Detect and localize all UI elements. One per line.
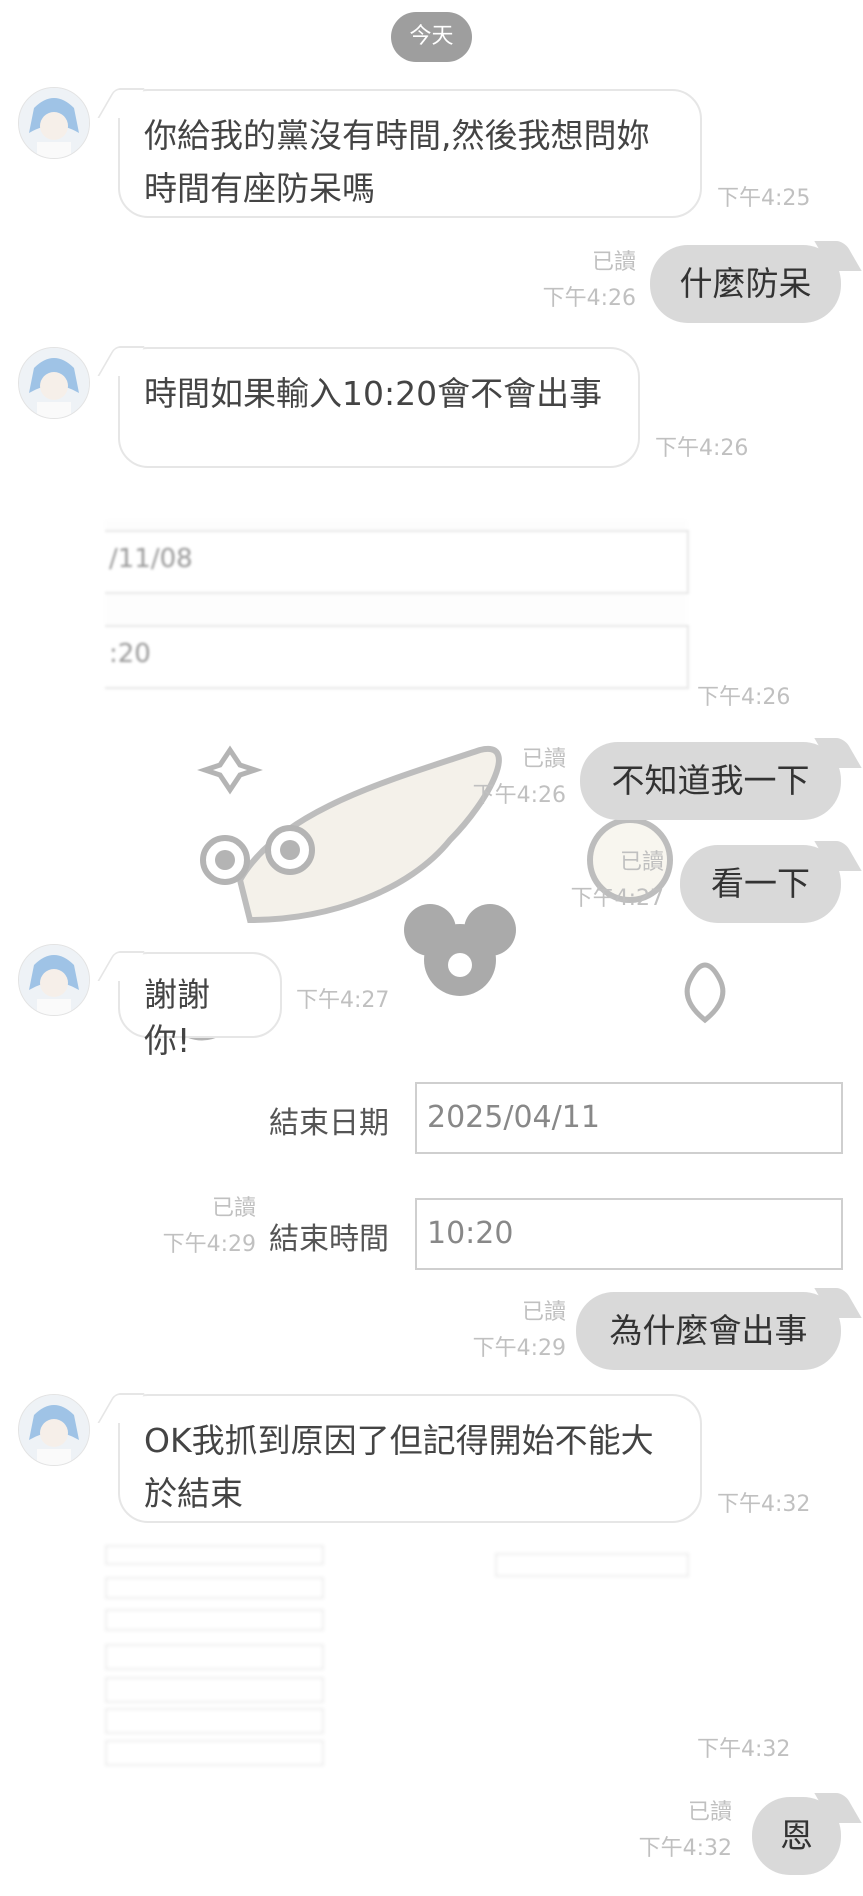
message-time: 下午4:26	[472, 783, 566, 808]
image-message[interactable]: 結束日期 2025/04/11 結束時間 10:20	[265, 1062, 843, 1270]
chat-bubble-incoming[interactable]: 謝謝你!	[118, 952, 282, 1060]
avatar[interactable]	[18, 1394, 90, 1466]
message-time: 下午4:26	[697, 685, 791, 710]
end-date-field: 2025/04/11	[415, 1082, 843, 1154]
message-text: 看一下	[711, 864, 810, 903]
end-time-field: 10:20	[415, 1198, 843, 1270]
message-text: 什麼防呆	[679, 264, 812, 303]
avatar[interactable]	[18, 87, 90, 159]
end-time-label: 結束時間	[269, 1222, 389, 1257]
message-time: 下午4:27	[296, 988, 390, 1013]
message-text: 為什麼會出事	[609, 1311, 808, 1350]
read-receipt: 已讀	[521, 1300, 566, 1325]
message-text: 你給我的黨沒有時間,然後我想問妳時間有座防呆嗎	[144, 116, 650, 208]
message-time: 下午4:32	[697, 1737, 791, 1762]
chat-bubble-incoming[interactable]: OK我抓到原因了但記得開始不能大於結束	[118, 1394, 702, 1523]
avatar-image-icon	[19, 945, 89, 1015]
date-field-value: /11/08	[109, 544, 193, 574]
end-time-value: 10:20	[427, 1216, 514, 1251]
avatar-image-icon	[19, 348, 89, 418]
message-time: 下午4:32	[717, 1492, 811, 1517]
image-message[interactable]: /11/08 :20	[105, 520, 689, 690]
message-time: 下午4:32	[638, 1836, 732, 1861]
time-field: :20	[105, 625, 689, 689]
message-text: 不知道我一下	[611, 761, 810, 800]
message-text: 恩	[780, 1816, 813, 1855]
time-field-value: :20	[109, 639, 151, 669]
message-time: 下午4:29	[162, 1232, 256, 1257]
avatar[interactable]	[18, 347, 90, 419]
date-divider: 今天	[391, 12, 472, 62]
read-receipt: 已讀	[619, 850, 664, 875]
chat-bubble-outgoing[interactable]: 為什麼會出事	[576, 1292, 841, 1370]
image-message[interactable]	[105, 1545, 689, 1766]
chat-bubble-incoming[interactable]: 你給我的黨沒有時間,然後我想問妳時間有座防呆嗎	[118, 89, 702, 218]
chat-bubble-incoming[interactable]: 時間如果輸入10:20會不會出事	[118, 347, 640, 468]
chat-bubble-outgoing[interactable]: 不知道我一下	[580, 742, 841, 820]
chat-bubble-outgoing[interactable]: 看一下	[680, 845, 841, 923]
read-receipt: 已讀	[591, 250, 636, 275]
chat-bubble-outgoing[interactable]: 恩	[752, 1797, 841, 1875]
message-text: OK我抓到原因了但記得開始不能大於結束	[144, 1421, 654, 1513]
message-time: 下午4:26	[655, 436, 749, 461]
message-text: 時間如果輸入10:20會不會出事	[144, 374, 603, 413]
avatar-image-icon	[19, 1395, 89, 1465]
end-date-label: 結束日期	[269, 1106, 389, 1141]
date-field: /11/08	[105, 530, 689, 594]
avatar[interactable]	[18, 944, 90, 1016]
avatar-image-icon	[19, 88, 89, 158]
read-receipt: 已讀	[521, 747, 566, 772]
message-time: 下午4:26	[542, 286, 636, 311]
read-receipt: 已讀	[211, 1196, 256, 1221]
read-receipt: 已讀	[687, 1800, 732, 1825]
message-time: 下午4:25	[717, 186, 811, 211]
message-time: 下午4:29	[472, 1336, 566, 1361]
end-date-value: 2025/04/11	[427, 1100, 600, 1135]
chat-bubble-outgoing[interactable]: 什麼防呆	[650, 245, 841, 323]
message-time: 下午4:27	[570, 886, 664, 911]
